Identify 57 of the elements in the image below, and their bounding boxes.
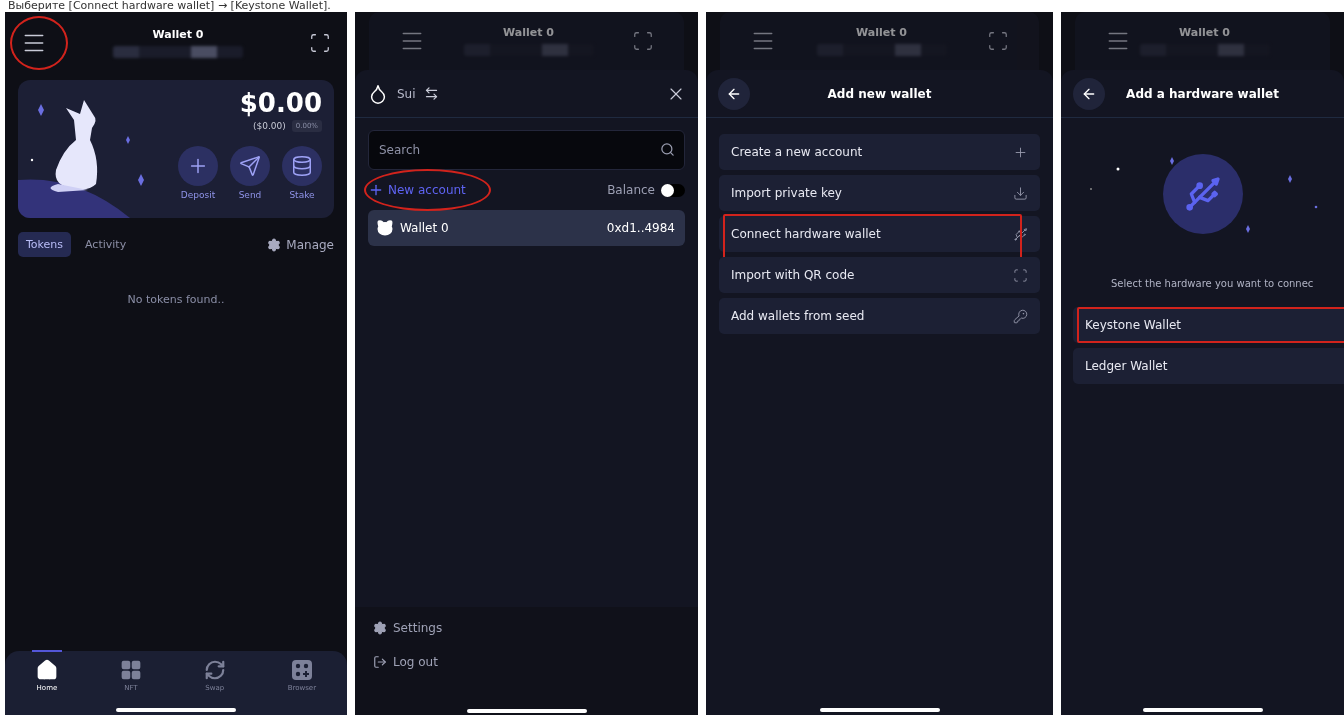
house-icon <box>35 659 58 681</box>
fox-avatar-icon <box>376 219 394 237</box>
usb-icon <box>1013 226 1028 242</box>
plus-icon <box>178 146 218 186</box>
account-address: 0xd1..4984 <box>606 221 675 235</box>
settings-icon <box>267 237 282 252</box>
hardware-option[interactable]: Keystone Wallet <box>1073 307 1344 343</box>
action-button[interactable]: Deposit <box>178 146 218 200</box>
caption-text: Выберите [Connect hardware wallet] → [Keystone Wallet]. <box>7 0 332 12</box>
wallet-option[interactable]: Create a new account <box>719 134 1040 170</box>
tab[interactable]: Tokens <box>18 232 72 257</box>
new-account-link[interactable]: New account <box>368 182 466 198</box>
wallet-title: Wallet 0 <box>152 28 204 41</box>
wallet-option[interactable]: Import private key <box>719 175 1040 211</box>
settings-icon <box>373 621 387 635</box>
empty-message: No tokens found.. <box>126 293 226 306</box>
tab[interactable]: Activity <box>77 232 135 257</box>
refresh-icon <box>203 659 226 681</box>
active-indicator <box>31 650 62 652</box>
key-icon <box>1013 308 1028 324</box>
search-field[interactable]: Search <box>368 130 685 170</box>
account-row[interactable]: Wallet 0 0xd1..4984 <box>368 210 685 246</box>
grid-plus-icon <box>290 659 313 681</box>
manage-button[interactable]: Manage <box>267 237 334 252</box>
prompt-text: Select the hardware you want to connec <box>1110 278 1315 289</box>
wallet-title: Wallet 0 <box>503 26 554 39</box>
scan-icon[interactable] <box>309 32 331 54</box>
fiat-balance: ($0.00) <box>252 121 286 131</box>
wallet-title: Wallet 0 <box>856 26 907 39</box>
menu-link[interactable]: Log out <box>373 655 680 669</box>
sheet-title: Add new wallet <box>826 86 933 101</box>
grid-icon <box>119 659 142 681</box>
action-button[interactable]: Stake <box>282 146 322 200</box>
swap-icon[interactable] <box>423 86 439 101</box>
scan-icon <box>1013 267 1028 283</box>
download-icon <box>1013 185 1028 201</box>
menu-link[interactable]: Settings <box>373 621 680 635</box>
network-name: Sui <box>397 86 416 101</box>
wallet-option[interactable]: Connect hardware wallet <box>719 216 1040 252</box>
balance-amount: $0.00 <box>239 88 322 118</box>
balance-label: Balance <box>607 183 655 197</box>
send-icon <box>230 146 270 186</box>
sheet-title: Add a hardware wallet <box>1125 86 1280 101</box>
balance-toggle[interactable] <box>661 183 685 197</box>
search-icon <box>660 142 675 157</box>
back-button[interactable] <box>718 77 750 110</box>
hardware-option[interactable]: Ledger Wallet <box>1073 348 1344 384</box>
wallet-title: Wallet 0 <box>1179 26 1230 39</box>
back-button[interactable] <box>1073 77 1105 110</box>
coins-icon <box>282 146 322 186</box>
plus-icon <box>1013 144 1028 160</box>
action-button[interactable]: Send <box>230 146 270 200</box>
wallet-option[interactable]: Add wallets from seed <box>719 298 1040 334</box>
wallet-option[interactable]: Import with QR code <box>719 257 1040 293</box>
plus-icon <box>368 182 384 198</box>
logout-icon <box>373 655 387 669</box>
account-name: Wallet 0 <box>400 221 449 235</box>
